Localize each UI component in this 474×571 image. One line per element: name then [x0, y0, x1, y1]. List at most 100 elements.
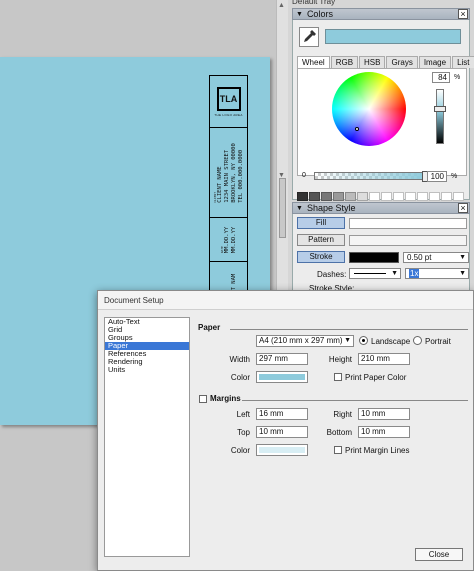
paper-group-label: Paper	[198, 323, 221, 332]
margin-right-field[interactable]: 10 mm	[358, 408, 410, 420]
palette-swatch[interactable]	[429, 192, 440, 201]
title-block-line: CLIENT NAME	[216, 165, 223, 203]
margin-top-field[interactable]: 10 mm	[256, 426, 308, 438]
margin-left-field[interactable]: 16 mm	[256, 408, 308, 420]
document-setup-dialog: Document Setup Auto-Text Grid Groups Paper R…	[97, 290, 474, 571]
date-lines: MM.DD.YY MM.DD.YY	[224, 226, 238, 253]
colors-panel-header[interactable]: ▼ Colors ×	[292, 8, 470, 20]
title-block-line: MM.DD.YY	[230, 226, 237, 253]
paper-size-value: A4 (210 mm x 297 mm)	[259, 336, 343, 345]
palette-swatch[interactable]	[333, 192, 344, 201]
fill-color-field[interactable]	[349, 218, 467, 229]
palette-swatch[interactable]	[417, 192, 428, 201]
title-block-logo-box: TLA THE LOGO AREA	[210, 76, 247, 128]
tab-grays[interactable]: Grays	[386, 56, 418, 68]
title-block-line: 1234 MAIN STREET	[223, 149, 230, 203]
category-item-units[interactable]: Units	[105, 366, 189, 374]
palette-swatch[interactable]	[453, 192, 464, 201]
tab-list[interactable]: List	[452, 56, 474, 68]
color-wheel-selector[interactable]	[355, 127, 359, 131]
dashes-label: Dashes:	[317, 270, 347, 279]
margins-checkbox[interactable]	[199, 395, 207, 403]
dialog-title[interactable]: Document Setup	[98, 291, 473, 310]
margin-right-label: Right	[333, 410, 352, 419]
margin-color-well[interactable]	[256, 444, 308, 456]
stroke-color-well[interactable]	[349, 252, 399, 263]
palette-swatch[interactable]	[345, 192, 356, 201]
portrait-radio[interactable]	[413, 336, 422, 345]
brightness-slider[interactable]	[434, 89, 446, 144]
tab-rgb[interactable]: RGB	[330, 56, 359, 68]
paper-height-field[interactable]: 210 mm	[358, 353, 410, 365]
print-paper-color-checkbox[interactable]	[334, 373, 342, 381]
title-block-line: TEL 000.000.0000	[237, 149, 244, 203]
opacity-field[interactable]: 100	[427, 171, 447, 182]
margins-group-label: Margins	[210, 394, 241, 403]
colors-panel-title: Colors	[306, 9, 333, 19]
canvas-vertical-scrollbar[interactable]: ▲ ▼	[276, 0, 288, 292]
current-color-swatch[interactable]	[325, 29, 461, 44]
height-label: Height	[328, 355, 352, 364]
margin-top-label: Top	[237, 428, 250, 437]
stroke-width-select[interactable]: 0.50 pt ▼	[403, 252, 469, 263]
palette-swatch[interactable]	[309, 192, 320, 201]
landscape-label: Landscape	[371, 337, 411, 346]
palette-swatch[interactable]	[297, 192, 308, 201]
print-margin-lines-checkbox[interactable]	[334, 446, 342, 454]
palette-swatch[interactable]	[321, 192, 332, 201]
stroke-button[interactable]: Stroke	[297, 251, 345, 263]
pattern-button[interactable]: Pattern	[297, 234, 345, 246]
scroll-up-icon[interactable]: ▲	[278, 2, 285, 9]
tab-hsb[interactable]: HSB	[359, 56, 386, 68]
color-wheel-pane: 84 % 0 100 %	[297, 68, 467, 182]
margin-bottom-label: Bottom	[326, 428, 352, 437]
fill-button[interactable]: Fill	[297, 217, 345, 229]
paper-group: Paper	[198, 323, 468, 334]
scroll-thumb[interactable]	[279, 178, 286, 238]
dash-style-select[interactable]: ▼	[349, 268, 401, 279]
margin-bottom-field[interactable]: 10 mm	[358, 426, 410, 438]
date-section: DATE MM.DD.YY MM.DD.YY	[210, 218, 247, 262]
setup-category-list: Auto-Text Grid Groups Paper References Render…	[104, 317, 190, 557]
palette-swatch[interactable]	[441, 192, 452, 201]
paper-size-select[interactable]: A4 (210 mm x 297 mm) ▼	[256, 335, 354, 347]
title-block-line: MM.DD.YY	[223, 226, 230, 253]
portrait-label: Portrait	[425, 337, 451, 346]
shape-style-panel-header[interactable]: ▼ Shape Style ×	[292, 202, 470, 214]
hsb-color-wheel[interactable]	[332, 72, 406, 146]
margin-color-label: Color	[230, 446, 250, 455]
opacity-slider[interactable]	[314, 171, 428, 182]
logo-subtitle: THE LOGO AREA	[214, 112, 243, 117]
date-label: DATE	[219, 245, 224, 253]
paper-width-field[interactable]: 297 mm	[256, 353, 308, 365]
close-icon[interactable]: ×	[458, 9, 468, 19]
chevron-down-icon: ▼	[459, 270, 466, 277]
collapse-triangle-icon[interactable]: ▼	[296, 205, 303, 212]
print-paper-color-label: Print Paper Color	[345, 373, 407, 382]
palette-swatch[interactable]	[393, 192, 404, 201]
brightness-slider-thumb[interactable]	[434, 106, 446, 112]
paper-color-swatch	[259, 374, 305, 380]
palette-swatch[interactable]	[405, 192, 416, 201]
dash-line-preview	[354, 273, 386, 274]
close-icon[interactable]: ×	[458, 203, 468, 213]
client-label: CLIENT	[212, 191, 217, 203]
tab-image[interactable]: Image	[418, 56, 452, 68]
client-lines: CLIENT NAME 1234 MAIN STREET BROOKLYN, NY …	[217, 143, 245, 203]
chevron-down-icon: ▼	[391, 270, 398, 277]
close-button[interactable]: Close	[415, 548, 463, 561]
dash-scale-select[interactable]: 1x ▼	[405, 268, 469, 279]
brightness-unit: %	[454, 74, 461, 81]
palette-swatch[interactable]	[357, 192, 368, 201]
paper-color-well[interactable]	[256, 371, 308, 383]
paper-color-label: Color	[230, 373, 250, 382]
eyedropper-button[interactable]	[299, 27, 319, 47]
chevron-down-icon: ▼	[344, 337, 351, 344]
landscape-radio[interactable]	[359, 336, 368, 345]
collapse-triangle-icon[interactable]: ▼	[296, 11, 303, 18]
palette-swatch[interactable]	[369, 192, 380, 201]
palette-swatch[interactable]	[381, 192, 392, 201]
pattern-field[interactable]	[349, 235, 467, 246]
tab-wheel[interactable]: Wheel	[297, 56, 330, 68]
brightness-field[interactable]: 84	[432, 72, 450, 83]
